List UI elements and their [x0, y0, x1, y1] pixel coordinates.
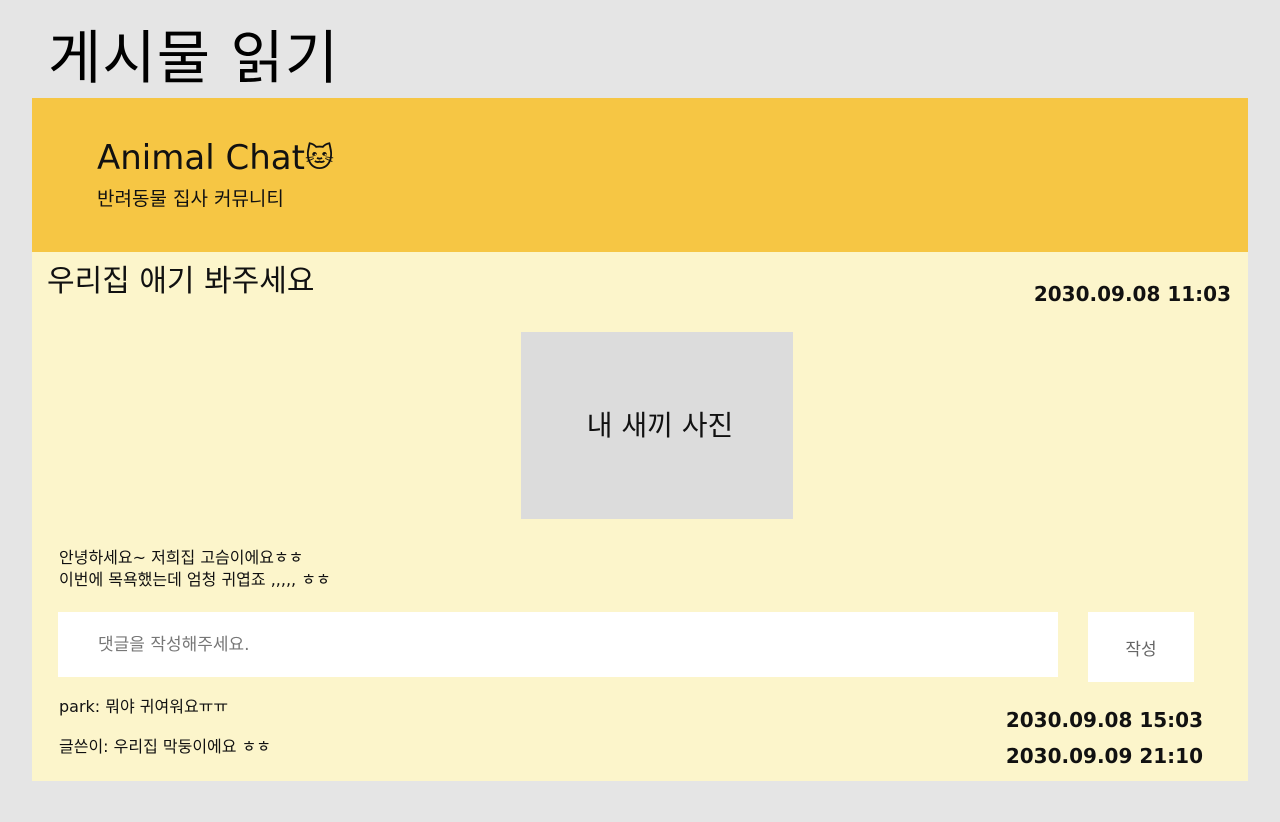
- post-body: 안녕하세요~ 저희집 고슴이에요ㅎㅎ 이번에 목욕했는데 엄청 귀엽죠 ,,,,…: [59, 547, 331, 591]
- cat-face-icon: 🐱: [304, 141, 335, 174]
- comment-date: 2030.09.09 21:10: [1005, 744, 1203, 768]
- page-title: 게시물 읽기: [48, 24, 340, 92]
- site-subtitle: 반려동물 집사 커뮤니티: [97, 188, 284, 210]
- comment-input[interactable]: [58, 612, 1058, 677]
- comment-item: park: 뭐야 귀여워요ㅠㅠ: [59, 697, 229, 716]
- site-title-text: Animal Chat: [97, 138, 305, 178]
- site-banner: Animal Chat🐱 반려동물 집사 커뮤니티: [32, 98, 1248, 252]
- comment-submit-button[interactable]: 작성: [1088, 612, 1194, 682]
- post-photo: 내 새끼 사진: [521, 332, 793, 519]
- post-photo-label: 내 새끼 사진: [586, 408, 734, 442]
- post-body-line: 안녕하세요~ 저희집 고슴이에요ㅎㅎ: [59, 548, 304, 567]
- post-body-line: 이번에 목욕했는데 엄청 귀엽죠 ,,,,, ㅎㅎ: [59, 570, 331, 589]
- comment-item: 글쓴이: 우리집 막둥이에요 ㅎㅎ: [59, 737, 272, 756]
- comment-date: 2030.09.08 15:03: [1005, 708, 1203, 732]
- post-date: 2030.09.08 11:03: [1033, 282, 1231, 306]
- post-container: Animal Chat🐱 반려동물 집사 커뮤니티 우리집 애기 봐주세요 20…: [32, 98, 1248, 781]
- site-title: Animal Chat🐱: [97, 136, 334, 180]
- post-title: 우리집 애기 봐주세요: [47, 264, 315, 299]
